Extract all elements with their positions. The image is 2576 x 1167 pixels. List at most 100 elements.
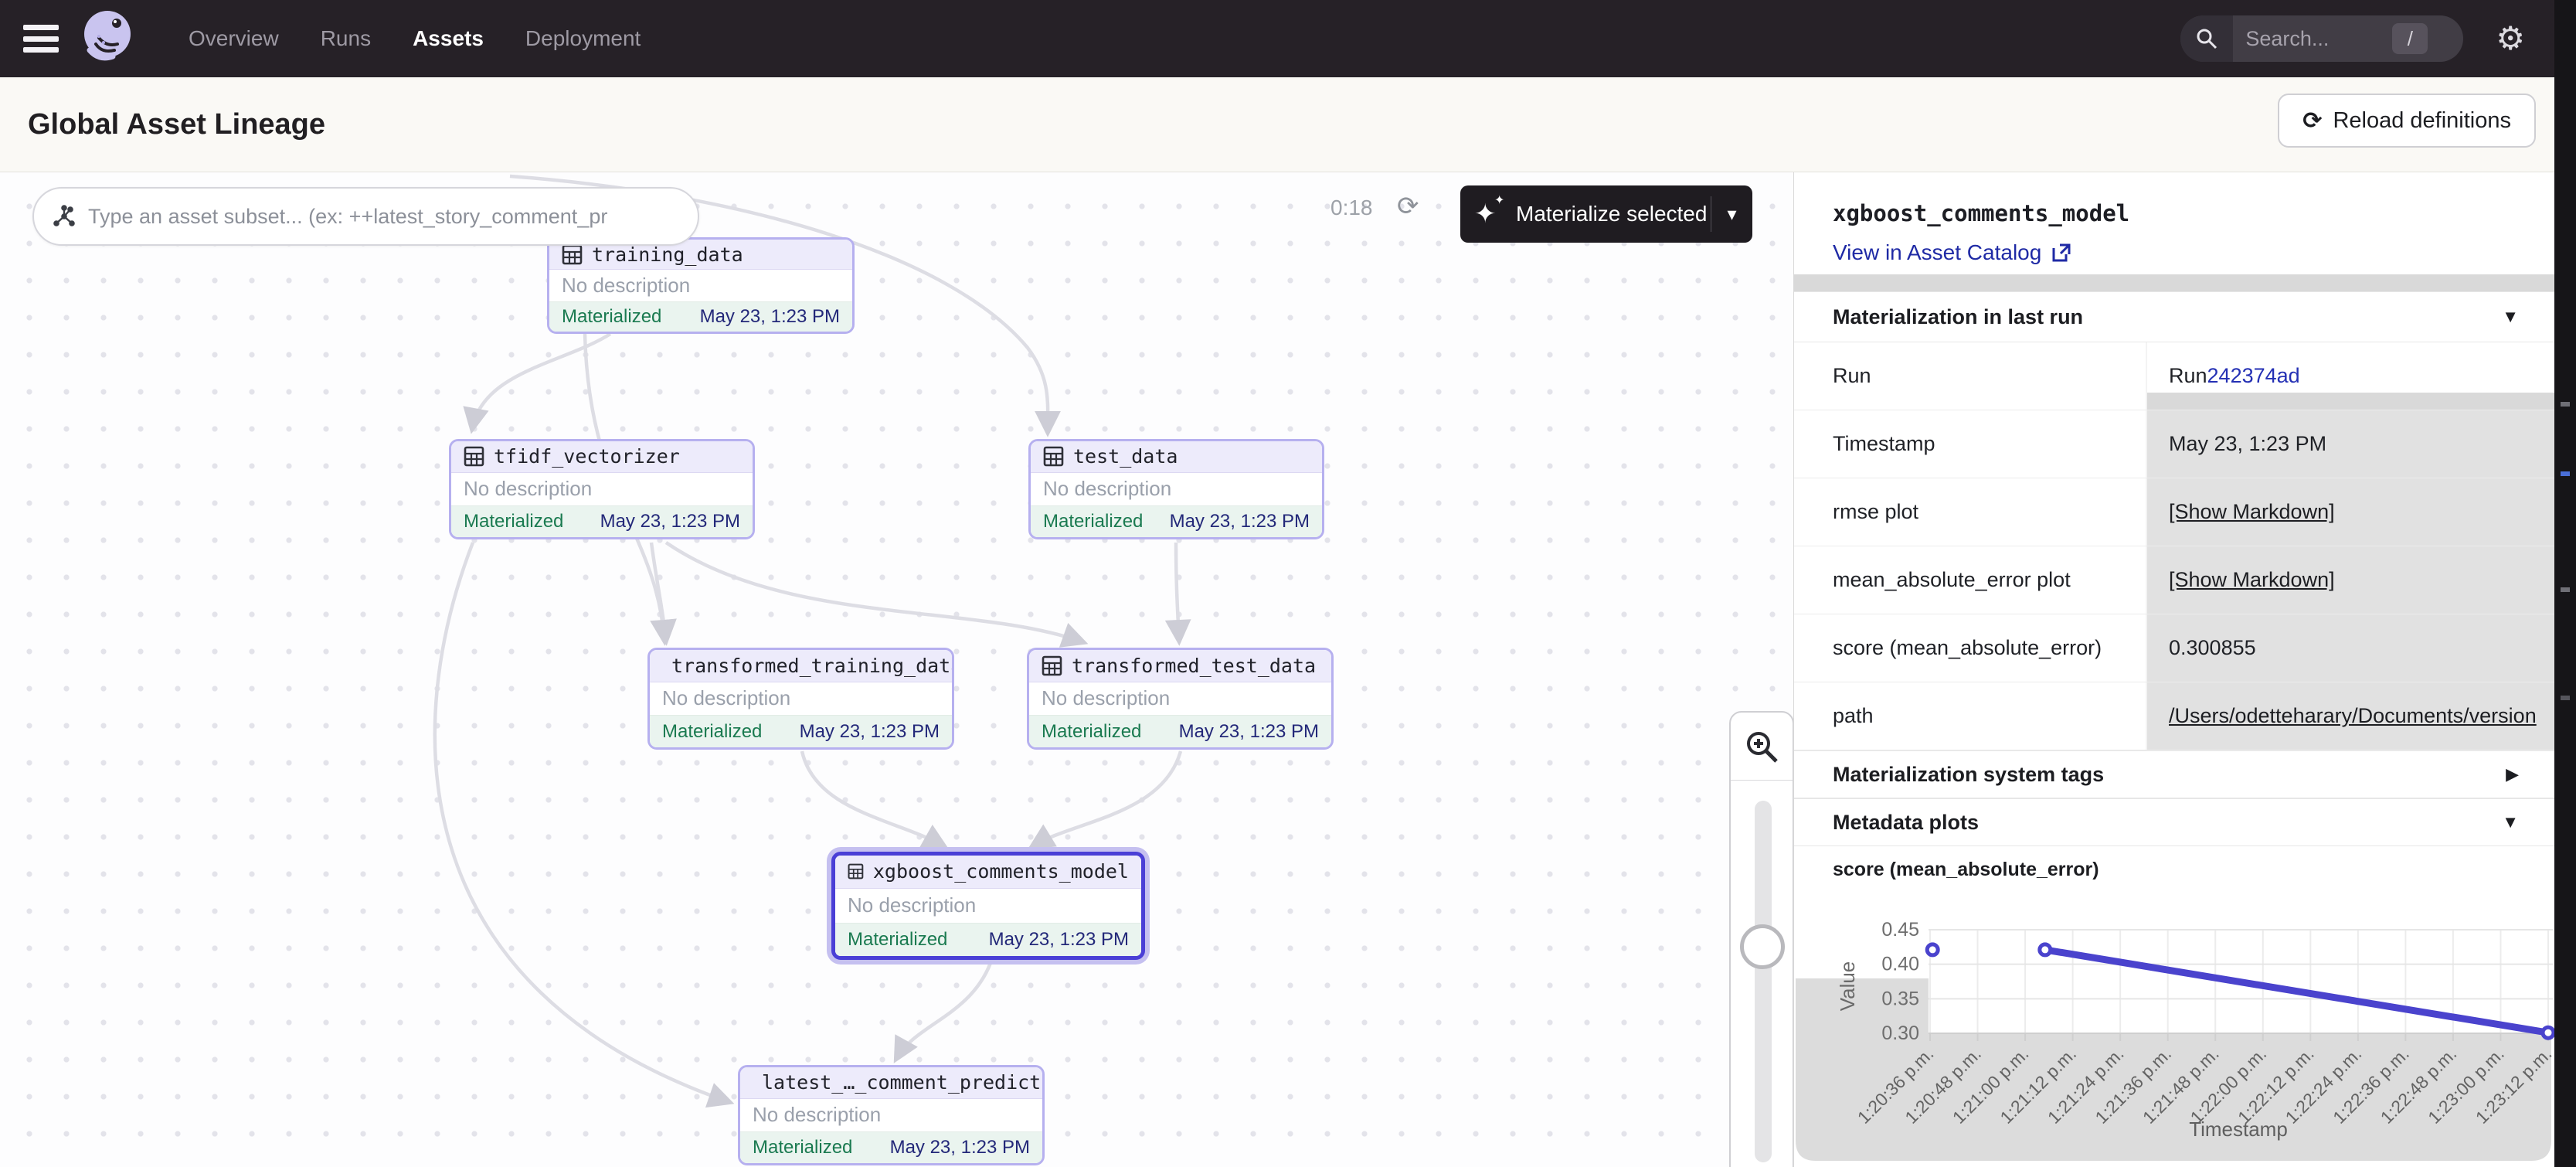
refresh-icon[interactable]: ⟳	[1397, 191, 1419, 222]
y-tick-label: 0.35	[1881, 988, 1919, 1009]
asset-node-transformed_test_data[interactable]: transformed_test_data No description Mat…	[1027, 648, 1334, 750]
top-nav-bar: Overview Runs Assets Deployment Search... /…	[0, 0, 2554, 77]
nav-item-runs[interactable]: Runs	[321, 26, 371, 51]
selected-asset-title: xgboost_comments_model	[1833, 200, 2129, 226]
search-shortcut-badge: /	[2392, 23, 2428, 54]
search-placeholder: Search...	[2245, 27, 2329, 51]
materialize-selected-button[interactable]: ✦✦ Materialize selected ▾	[1460, 185, 1752, 243]
asset-node-tfidf_vectorizer[interactable]: tfidf_vectorizer No description Material…	[449, 439, 755, 539]
metadata-key: score (mean_absolute_error)	[1794, 614, 2146, 682]
dagster-logo-icon[interactable]	[76, 5, 139, 73]
materialized-timestamp: May 23, 1:23 PM	[890, 1137, 1030, 1158]
cell-scrollbar[interactable]	[2147, 393, 2554, 410]
materialized-timestamp: May 23, 1:23 PM	[989, 929, 1129, 951]
materialized-timestamp: May 23, 1:23 PM	[1179, 721, 1319, 743]
asset-node-xgboost_comments_model[interactable]: xgboost_comments_model No description Ma…	[831, 852, 1145, 960]
app-window: Overview Runs Assets Deployment Search... /…	[0, 0, 2554, 1167]
page-header: Global Asset Lineage ⟳ Reload definition…	[0, 77, 2554, 172]
asset-node-footer: Materialized May 23, 1:23 PM	[1029, 715, 1331, 747]
x-axis-title: Timestamp	[2189, 1118, 2288, 1141]
asset-node-name: transformed_test_data	[1072, 655, 1316, 677]
metadata-value: Run 242374ad	[2146, 342, 2554, 410]
zoom-slider-track[interactable]	[1755, 801, 1772, 1162]
edge-transformed_test_data-to-xgboost_comments_model	[1032, 751, 1181, 846]
horizontal-scrollbar[interactable]	[1794, 274, 2554, 291]
metadata-row: rmse plot [Show Markdown]	[1794, 478, 2554, 546]
nav-item-overview[interactable]: Overview	[189, 26, 279, 51]
materialized-status: Materialized	[753, 1137, 852, 1158]
main-nav: Overview Runs Assets Deployment	[189, 26, 641, 51]
score-line-chart: 1:20:36 p.m.1:20:48 p.m.1:21:00 p.m.1:21…	[1794, 886, 2554, 1167]
edge-tfidf_vectorizer-to-transformed_test_data	[666, 543, 1083, 642]
metadata-plot-title: score (mean_absolute_error)	[1833, 859, 2099, 881]
metadata-value: [Show Markdown]	[2146, 478, 2554, 546]
asset-node-footer: Materialized May 23, 1:23 PM	[1031, 505, 1322, 537]
section-materialization-system-tags[interactable]: Materialization system tags ▶	[1794, 750, 2554, 798]
asset-lineage-graph[interactable]: training_data No description Materialize…	[0, 172, 1794, 1167]
materialized-timestamp: May 23, 1:23 PM	[1170, 511, 1310, 532]
table-icon	[1042, 655, 1062, 676]
materialize-label: Materialize selected	[1516, 202, 1707, 226]
data-point[interactable]	[2543, 1027, 2554, 1038]
section-metadata-plots[interactable]: Metadata plots ▼	[1794, 798, 2554, 846]
materialized-status: Materialized	[562, 306, 661, 328]
reload-icon: ⟳	[2302, 107, 2322, 134]
hamburger-menu-icon[interactable]	[23, 25, 59, 53]
y-tick-label: 0.30	[1881, 1022, 1919, 1044]
search-icon	[2180, 15, 2233, 62]
metadata-link[interactable]: [Show Markdown]	[2169, 568, 2335, 592]
external-link-icon	[2051, 242, 2072, 264]
metadata-key: Run	[1794, 342, 2146, 410]
page-title: Global Asset Lineage	[28, 108, 325, 141]
asset-node-footer: Materialized May 23, 1:23 PM	[650, 715, 952, 747]
metadata-link[interactable]: /Users/odetteharary/Documents/version	[2169, 704, 2537, 728]
table-icon	[464, 446, 484, 467]
reload-label: Reload definitions	[2333, 108, 2511, 134]
materialize-dropdown-caret[interactable]: ▾	[1711, 196, 1752, 232]
asset-subset-input[interactable]: Type an asset subset... (ex: ++latest_st…	[32, 187, 699, 246]
edge-tfidf_vectorizer-to-transformed_training_data	[651, 543, 666, 641]
view-in-asset-catalog-link[interactable]: View in Asset Catalog	[1833, 240, 2072, 265]
chevron-right-icon: ▶	[2506, 764, 2519, 784]
metadata-row: mean_absolute_error plot [Show Markdown]	[1794, 546, 2554, 614]
asset-subset-placeholder: Type an asset subset... (ex: ++latest_st…	[88, 205, 607, 229]
asset-node-name: xgboost_comments_model	[873, 860, 1129, 883]
metadata-key: path	[1794, 682, 2146, 750]
materialized-status: Materialized	[464, 511, 563, 532]
nav-item-deployment[interactable]: Deployment	[525, 26, 641, 51]
edge-transformed_training_data-to-xgboost_comments_model	[802, 751, 944, 846]
search-input[interactable]: Search... /	[2180, 15, 2463, 62]
data-point[interactable]	[2040, 944, 2051, 955]
asset-node-body: No description	[1031, 473, 1322, 505]
run-id-link[interactable]: 242374ad	[2207, 364, 2300, 388]
zoom-slider[interactable]	[1731, 781, 1793, 1167]
asset-node-latest_comment_predictions[interactable]: latest_…_comment_predictions No descript…	[738, 1065, 1045, 1165]
asset-node-body: No description	[1029, 682, 1331, 716]
asset-node-header: latest_…_comment_predictions	[740, 1067, 1042, 1099]
metadata-value: 0.300855	[2146, 614, 2554, 682]
gear-icon[interactable]: ⚙	[2496, 22, 2525, 55]
sparkle-icon: ✦✦	[1474, 197, 1508, 231]
edge-tfidf_vectorizer-to-latest_comment_predictions	[435, 543, 729, 1102]
asset-node-description: No description	[464, 477, 592, 501]
asset-node-footer: Materialized May 23, 1:23 PM	[451, 505, 753, 537]
metadata-key: Timestamp	[1794, 410, 2146, 478]
metadata-link[interactable]: [Show Markdown]	[2169, 500, 2335, 524]
section-materialization-last-run[interactable]: Materialization in last run ▼	[1794, 291, 2554, 342]
asset-node-transformed_training_data[interactable]: transformed_training_data No description…	[647, 648, 954, 750]
asset-node-name: test_data	[1073, 445, 1178, 468]
nav-item-assets[interactable]: Assets	[413, 26, 484, 51]
metadata-value: [Show Markdown]	[2146, 546, 2554, 614]
asset-node-body: No description	[451, 473, 753, 505]
metadata-row: Timestamp May 23, 1:23 PM	[1794, 410, 2554, 478]
asset-node-test_data[interactable]: test_data No description Materialized Ma…	[1028, 439, 1324, 539]
table-icon	[1043, 446, 1064, 467]
asset-details-panel: xgboost_comments_model View in Asset Cat…	[1794, 172, 2554, 1167]
metadata-row: score (mean_absolute_error) 0.300855	[1794, 614, 2554, 682]
zoom-in-button[interactable]	[1731, 713, 1793, 781]
asset-node-description: No description	[1042, 686, 1170, 710]
data-point[interactable]	[1927, 944, 1938, 955]
reload-definitions-button[interactable]: ⟳ Reload definitions	[2278, 94, 2536, 148]
zoom-slider-handle[interactable]	[1740, 924, 1785, 969]
metadata-value: May 23, 1:23 PM	[2146, 410, 2554, 478]
